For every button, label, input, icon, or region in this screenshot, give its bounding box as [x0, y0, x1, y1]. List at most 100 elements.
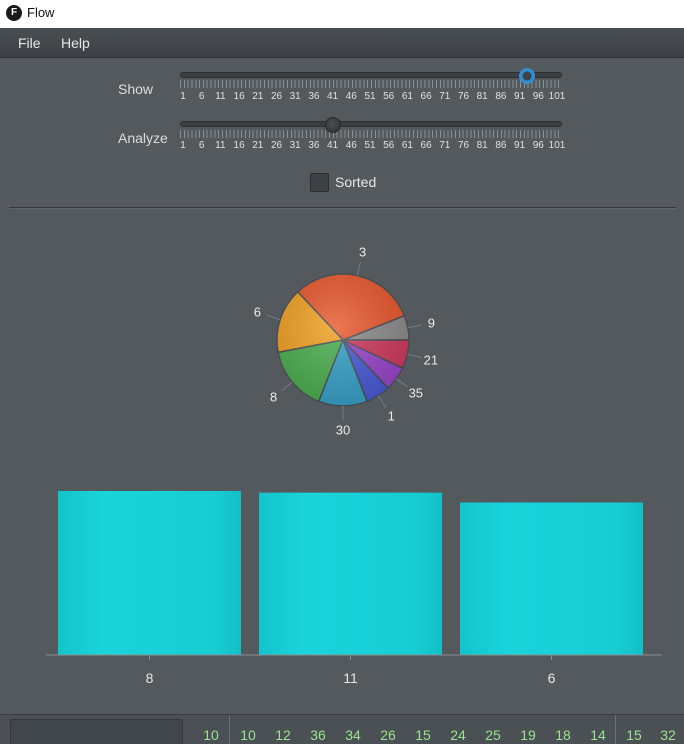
pie-leader-line — [377, 395, 387, 408]
pie-svg — [266, 261, 422, 420]
show-slider-ticks — [180, 80, 562, 88]
show-tick-label: 76 — [457, 91, 470, 102]
separator — [9, 207, 676, 209]
status-value: 15 — [415, 727, 431, 743]
analyze-tick-label: 91 — [514, 140, 526, 151]
pie-label: 6 — [253, 304, 262, 320]
analyze-tick-label: 6 — [198, 140, 205, 151]
pie-chart: 9 3 6 8 30 1 35 21 — [250, 240, 440, 438]
analyze-tick-label: 16 — [233, 140, 245, 151]
app-icon: F — [6, 5, 22, 21]
analyze-tick-label: 31 — [289, 140, 301, 151]
window-title: Flow — [27, 5, 55, 20]
analyze-tick-label: 36 — [308, 140, 320, 151]
analyze-tick-label: 11 — [215, 140, 226, 151]
show-tick-label: 31 — [289, 91, 301, 102]
status-tail-value: 32 — [660, 727, 676, 743]
pie-leader-line — [356, 261, 361, 276]
pie-leader-line — [396, 378, 409, 388]
analyze-slider-ticks — [180, 130, 562, 138]
pie-label: 1 — [387, 408, 395, 424]
menu-bar: File Help — [0, 28, 684, 58]
show-tick-label: 71 — [439, 91, 451, 102]
status-value: 36 — [310, 727, 326, 743]
analyze-tick-label: 41 — [327, 140, 339, 151]
bar-chart — [46, 491, 662, 660]
analyze-tick-label: 96 — [532, 140, 544, 151]
sorted-label: Sorted — [335, 174, 377, 190]
pie-leader-line — [407, 324, 422, 329]
show-tick-label: 26 — [270, 91, 283, 102]
status-divider — [615, 715, 616, 744]
analyze-tick-label: 81 — [476, 140, 488, 151]
analyze-tick-label: 66 — [420, 140, 432, 151]
status-value: 19 — [520, 727, 536, 743]
title-bar: F Flow — [0, 0, 684, 28]
analyze-slider-track[interactable] — [180, 121, 562, 127]
pie-leader-line — [281, 381, 293, 392]
bar — [259, 492, 442, 655]
status-value: 26 — [380, 727, 396, 743]
x-tick-label: 6 — [547, 670, 556, 686]
show-slider-track[interactable] — [180, 72, 562, 78]
analyze-slider-thumb[interactable] — [324, 117, 341, 133]
pie-leader-line — [266, 314, 281, 321]
show-tick-label: 96 — [532, 91, 544, 102]
show-tick-label: 21 — [252, 91, 264, 102]
show-tick-label: 1 — [180, 91, 186, 102]
pie-label: 35 — [408, 385, 424, 401]
analyze-tick-label: 26 — [270, 140, 283, 151]
analyze-tick-label: 21 — [252, 140, 264, 151]
status-value: 18 — [555, 727, 571, 743]
status-first-value: 10 — [203, 727, 219, 743]
analyze-tick-label: 76 — [457, 140, 470, 151]
x-tick-label: 8 — [145, 670, 154, 686]
status-value: 24 — [450, 727, 466, 743]
show-tick-label: 51 — [364, 91, 376, 102]
show-tick-label: 16 — [233, 91, 245, 102]
status-bar: 10 10 12 36 34 26 15 24 25 19 18 14 15 32 — [0, 714, 684, 744]
pie-label: 30 — [335, 422, 351, 438]
x-tick-label: 11 — [343, 670, 358, 686]
status-tail-value: 15 — [626, 727, 642, 743]
analyze-tick-label: 86 — [495, 140, 507, 151]
show-tick-label: 86 — [495, 91, 507, 102]
status-value: 12 — [275, 727, 291, 743]
status-value: 25 — [485, 727, 501, 743]
show-tick-label: 81 — [476, 91, 488, 102]
status-value: 10 — [240, 727, 256, 743]
pie-label: 3 — [359, 244, 367, 260]
analyze-tick-label: 101 — [548, 140, 566, 151]
pie-label: 9 — [427, 315, 436, 331]
pie-shading — [277, 274, 409, 406]
show-tick-label: 56 — [383, 91, 395, 102]
show-tick-label: 6 — [198, 91, 205, 102]
menu-help[interactable]: Help — [61, 35, 90, 51]
status-value: 14 — [590, 727, 606, 743]
pie-leader-line — [407, 353, 422, 358]
show-label: Show — [118, 81, 154, 97]
pie-label: 8 — [270, 389, 278, 405]
analyze-tick-label: 71 — [439, 140, 451, 151]
show-tick-label: 66 — [420, 91, 432, 102]
status-value: 34 — [345, 727, 361, 743]
analyze-tick-label: 51 — [364, 140, 376, 151]
analyze-tick-label: 1 — [180, 140, 186, 151]
bar — [460, 502, 643, 655]
analyze-tick-label: 61 — [401, 140, 413, 151]
analyze-tick-label: 56 — [383, 140, 395, 151]
show-slider-thumb[interactable] — [519, 68, 536, 84]
show-tick-label: 46 — [345, 91, 357, 102]
bar — [58, 491, 241, 655]
status-input[interactable] — [10, 719, 183, 744]
show-tick-label: 91 — [514, 91, 526, 102]
status-divider — [229, 715, 230, 744]
pie-label: 21 — [423, 352, 439, 368]
show-tick-label: 41 — [327, 91, 339, 102]
show-tick-label: 101 — [548, 91, 566, 102]
menu-file[interactable]: File — [18, 35, 41, 51]
show-tick-label: 36 — [308, 91, 320, 102]
show-tick-label: 11 — [215, 91, 226, 102]
analyze-tick-label: 46 — [345, 140, 357, 151]
sorted-checkbox[interactable] — [310, 173, 329, 192]
